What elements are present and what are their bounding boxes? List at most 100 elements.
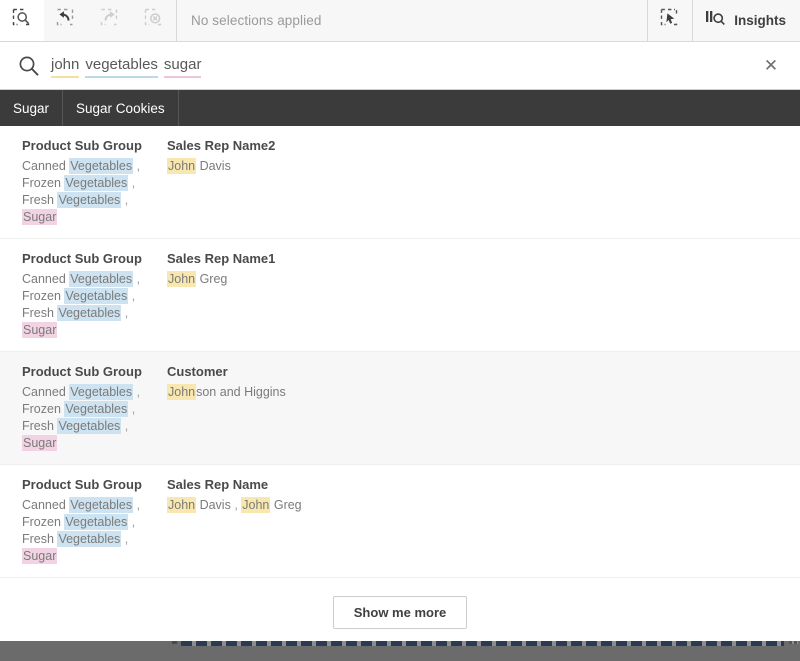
search-results-list: Product Sub GroupCanned Vegetables ,Froz… <box>0 126 800 583</box>
result-value-text: , <box>128 176 135 190</box>
result-field-values: John Davis , John Greg <box>167 497 800 514</box>
result-value-line[interactable]: Fresh Vegetables , <box>22 418 145 435</box>
result-value-line[interactable]: Fresh Vegetables , <box>22 305 145 322</box>
result-field-title: Customer <box>167 362 800 381</box>
result-value-text: son and Higgins <box>196 385 286 399</box>
selection-tools-group <box>0 0 176 41</box>
result-value-text: , <box>121 306 128 320</box>
result-field-title: Sales Rep Name1 <box>167 249 800 268</box>
selection-search-tool[interactable] <box>0 0 44 41</box>
result-value-line[interactable]: Frozen Vegetables , <box>22 288 145 305</box>
insights-bars-icon <box>705 9 727 32</box>
dashed-tick-right <box>789 641 798 644</box>
result-value-match: Vegetables <box>57 418 121 434</box>
result-value-line[interactable]: John Davis <box>167 158 800 175</box>
result-value-text: Fresh <box>22 419 57 433</box>
step-back-icon <box>56 8 76 33</box>
result-value-text: , <box>133 159 140 173</box>
result-value-line[interactable]: Fresh Vegetables , <box>22 531 145 548</box>
search-tab[interactable]: Sugar <box>0 90 63 126</box>
result-value-line[interactable]: Sugar <box>22 548 145 565</box>
result-value-line[interactable]: Canned Vegetables , <box>22 497 145 514</box>
result-value-line[interactable]: Sugar <box>22 322 145 339</box>
result-value-text: , <box>121 419 128 433</box>
search-result-tabs: SugarSugar Cookies <box>0 90 800 126</box>
result-value-match: Vegetables <box>69 497 133 513</box>
step-forward-tool[interactable] <box>88 0 132 41</box>
result-field-values: Canned Vegetables ,Frozen Vegetables ,Fr… <box>22 384 145 452</box>
show-me-more-button[interactable]: Show me more <box>333 596 467 629</box>
smart-search-overlay: No selections applied <box>0 0 800 661</box>
result-value-line[interactable]: Johnson and Higgins <box>167 384 800 401</box>
result-value-line[interactable]: Canned Vegetables , <box>22 271 145 288</box>
insights-button[interactable]: Insights <box>693 0 800 41</box>
result-value-match: John <box>167 271 196 287</box>
search-tab[interactable]: Sugar Cookies <box>63 90 179 126</box>
result-value-match: John <box>241 497 270 513</box>
search-result-row[interactable]: Product Sub Group Canned Vegetables ,Froz… <box>0 239 800 352</box>
result-value-line[interactable]: John Davis , John Greg <box>167 497 800 514</box>
result-value-match: Sugar <box>22 209 57 225</box>
results-footer: Show me more <box>0 583 800 641</box>
result-value-text: , <box>133 385 140 399</box>
result-value-line[interactable]: Canned Vegetables , <box>22 158 145 175</box>
result-field-values: Canned Vegetables ,Frozen Vegetables ,Fr… <box>22 158 145 226</box>
result-value-text: , <box>133 498 140 512</box>
search-icon <box>14 54 44 78</box>
result-field-right: Sales Rep Name2 John Davis <box>145 136 800 226</box>
underlying-app-strip <box>0 641 800 661</box>
search-result-row[interactable]: Product Sub GroupCanned Vegetables ,Froz… <box>0 126 800 239</box>
result-value-text: Frozen <box>22 289 64 303</box>
result-field-left: Product Sub Group Canned Vegetables ,Froz… <box>0 362 145 452</box>
clear-all-selections-tool[interactable] <box>132 0 176 41</box>
selection-bar-right-group: Insights <box>648 0 800 41</box>
result-value-text: , <box>121 532 128 546</box>
close-icon: ✕ <box>764 57 778 74</box>
result-value-match: Sugar <box>22 322 57 338</box>
result-field-left: Product Sub GroupCanned Vegetables ,Froz… <box>0 136 145 226</box>
smart-search-bar: johnvegetablessugar ✕ <box>0 42 800 90</box>
result-field-title: Sales Rep Name2 <box>167 136 800 155</box>
step-forward-icon <box>100 8 120 33</box>
result-value-text: , <box>128 289 135 303</box>
result-value-text: Greg <box>196 272 227 286</box>
result-value-line[interactable]: Frozen Vegetables , <box>22 175 145 192</box>
search-term: sugar <box>164 55 202 77</box>
result-value-match: Vegetables <box>64 175 128 191</box>
search-input[interactable]: johnvegetablessugar <box>44 55 756 77</box>
current-selections-tool[interactable] <box>648 0 692 41</box>
result-value-line[interactable]: Canned Vegetables , <box>22 384 145 401</box>
selections-pointer-icon <box>660 8 680 33</box>
search-result-row[interactable]: Product Sub Group Canned Vegetables ,Froz… <box>0 465 800 578</box>
result-field-title: Product Sub Group <box>22 362 145 381</box>
result-value-line[interactable]: Sugar <box>22 209 145 226</box>
result-value-line[interactable]: Frozen Vegetables , <box>22 401 145 418</box>
search-term: vegetables <box>85 55 158 77</box>
result-field-right: Sales Rep Name1 John Greg <box>145 249 800 339</box>
clear-search-button[interactable]: ✕ <box>756 51 786 81</box>
result-value-text: Canned <box>22 159 69 173</box>
result-field-right: Customer Johnson and Higgins <box>145 362 800 452</box>
result-value-match: Vegetables <box>57 192 121 208</box>
dashed-tick-left <box>172 641 177 644</box>
result-value-match: Vegetables <box>57 531 121 547</box>
result-value-text: , <box>121 193 128 207</box>
result-value-line[interactable]: John Greg <box>167 271 800 288</box>
result-field-title: Product Sub Group <box>22 249 145 268</box>
result-field-right: Sales Rep NameJohn Davis , John Greg <box>145 475 800 565</box>
result-value-text: Fresh <box>22 306 57 320</box>
search-result-row[interactable]: Product Sub Group Canned Vegetables ,Froz… <box>0 352 800 465</box>
result-value-match: John <box>167 497 196 513</box>
result-value-match: John <box>167 158 196 174</box>
tabbar-filler <box>179 90 800 126</box>
result-field-left: Product Sub Group Canned Vegetables ,Froz… <box>0 475 145 565</box>
result-value-text: Frozen <box>22 176 64 190</box>
result-field-title: Product Sub Group <box>22 475 145 494</box>
result-value-line[interactable]: Sugar <box>22 435 145 452</box>
result-field-values: John Davis <box>167 158 800 175</box>
result-field-left: Product Sub Group Canned Vegetables ,Froz… <box>0 249 145 339</box>
result-value-text: Davis <box>196 159 231 173</box>
step-back-tool[interactable] <box>44 0 88 41</box>
result-value-line[interactable]: Frozen Vegetables , <box>22 514 145 531</box>
result-value-line[interactable]: Fresh Vegetables , <box>22 192 145 209</box>
